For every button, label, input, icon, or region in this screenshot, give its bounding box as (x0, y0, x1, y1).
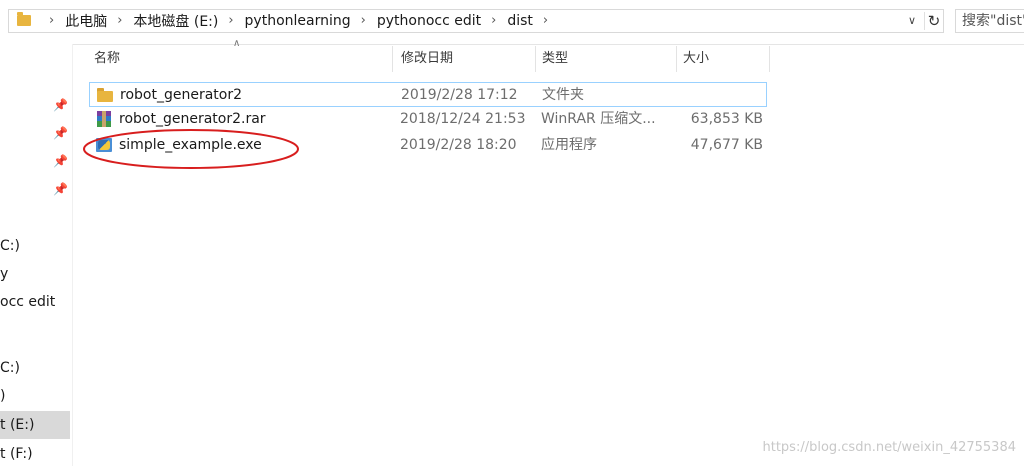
breadcrumb-drive-e[interactable]: 本地磁盘 (E:) (133, 11, 218, 31)
column-divider[interactable] (392, 46, 393, 72)
chevron-right-icon[interactable]: › (228, 13, 233, 28)
chevron-right-icon[interactable]: › (49, 13, 54, 28)
annotation-ellipse (83, 129, 299, 169)
navigation-pane[interactable]: 📌 📌 📌 📌 C:) y occ edit C:) ) t (E:) t (F… (0, 44, 73, 466)
column-divider[interactable] (535, 46, 536, 72)
column-header-date[interactable]: 修改日期 (401, 44, 531, 74)
file-size: 63,853 KB (690, 111, 763, 127)
chevron-right-icon[interactable]: › (117, 13, 122, 28)
breadcrumb-pythonlearning[interactable]: pythonlearning (245, 13, 351, 29)
pin-icon[interactable]: 📌 (53, 155, 68, 167)
nav-item-pythonocc-edit[interactable]: occ edit (0, 294, 55, 310)
column-header-name[interactable]: 名称 (94, 44, 391, 74)
file-date: 2019/2/28 18:20 (400, 137, 517, 153)
pin-icon[interactable]: 📌 (53, 183, 68, 195)
chevron-right-icon[interactable]: › (543, 13, 548, 28)
column-header-type[interactable]: 类型 (542, 44, 672, 74)
refresh-icon[interactable]: ↻ (924, 12, 943, 30)
rar-archive-icon (96, 111, 112, 127)
nav-item[interactable]: y (0, 266, 8, 282)
file-name: robot_generator2 (120, 87, 242, 103)
nav-item-drive-c[interactable]: C:) (0, 238, 20, 254)
file-date: 2018/12/24 21:53 (400, 111, 526, 127)
folder-icon (17, 12, 31, 26)
breadcrumb-dist[interactable]: dist (507, 13, 533, 29)
file-row[interactable]: robot_generator2 2019/2/28 17:12 文件夹 (89, 82, 767, 107)
chevron-right-icon[interactable]: › (491, 13, 496, 28)
file-type: 文件夹 (542, 87, 584, 103)
file-size: 47,677 KB (690, 137, 763, 153)
chevron-right-icon[interactable]: › (361, 13, 366, 28)
pin-icon[interactable]: 📌 (53, 127, 68, 139)
column-header-size[interactable]: 大小 (683, 44, 768, 74)
breadcrumb-pythonocc-edit[interactable]: pythonocc edit (377, 13, 481, 29)
file-type: WinRAR 压缩文... (541, 111, 656, 127)
breadcrumb: › 此电脑 › 本地磁盘 (E:) › pythonlearning › pyt… (39, 10, 559, 32)
column-divider[interactable] (676, 46, 677, 72)
column-divider[interactable] (769, 46, 770, 72)
folder-icon (97, 87, 113, 103)
chevron-down-icon[interactable]: ∨ (904, 13, 920, 29)
file-date: 2019/2/28 17:12 (401, 87, 518, 103)
nav-item-drive-f[interactable]: t (F:) (0, 446, 33, 462)
nav-item-drive-c[interactable]: C:) (0, 360, 20, 376)
toolbar-row: › 此电脑 › 本地磁盘 (E:) › pythonlearning › pyt… (0, 0, 1024, 45)
address-bar[interactable]: › 此电脑 › 本地磁盘 (E:) › pythonlearning › pyt… (8, 9, 944, 33)
nav-item[interactable]: ) (0, 388, 5, 404)
search-input[interactable]: 搜索"dist" (955, 9, 1024, 33)
nav-item-drive-e[interactable]: t (E:) (0, 411, 70, 439)
breadcrumb-this-pc[interactable]: 此电脑 (65, 11, 107, 31)
pin-icon[interactable]: 📌 (53, 99, 68, 111)
watermark: https://blog.csdn.net/weixin_42755384 (762, 440, 1016, 455)
file-type: 应用程序 (541, 137, 597, 153)
